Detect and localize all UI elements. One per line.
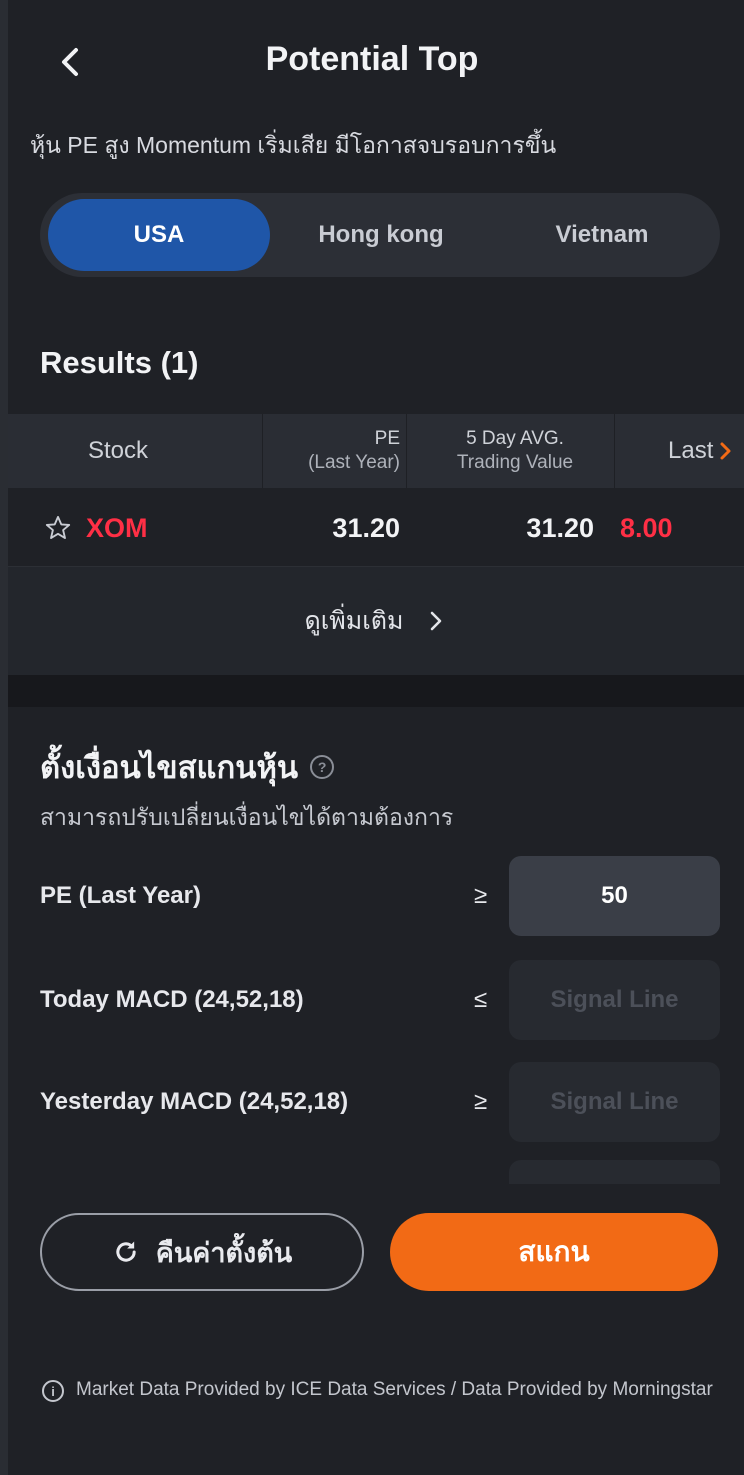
condition-label: PE (Last Year) [40,882,201,909]
condition-operator: ≥ [474,882,488,909]
results-table-header: Stock PE (Last Year) 5 Day AVG. Trading … [8,414,744,488]
condition-row-yesterday-macd: Yesterday MACD (24,52,18) ≥ Signal Line [40,1062,720,1142]
refresh-icon [116,1241,136,1262]
column-stock[interactable]: Stock [88,414,148,488]
stock-last-price: 8.00 [620,512,673,543]
condition-label: Today MACD (24,52,18) [40,986,304,1013]
tab-usa[interactable]: USA [48,199,270,271]
condition-operator: ≥ [474,1088,488,1115]
condition-today-macd-input[interactable]: Signal Line [509,960,720,1040]
condition-operator: ≤ [474,986,488,1013]
section-divider [8,675,744,707]
column-divider [406,414,407,488]
condition-row-pe: PE (Last Year) ≥ 50 [40,856,720,936]
page-subtitle: หุ้น PE สูง Momentum เริ่มเสีย มีโอกาสจบ… [30,132,557,158]
stock-symbol[interactable]: XOM [86,490,148,566]
table-row[interactable]: XOM 31.20 31.20 8.00 [8,490,744,567]
stock-avg-trading-value: 31.20 [526,512,594,543]
see-more-button[interactable]: ดูเพิ่มเติม [8,567,744,675]
page-title: Potential Top [265,40,479,78]
stock-pe: 31.20 [332,512,400,543]
column-pe-line2: (Last Year) [308,452,400,473]
reset-button[interactable]: คืนค่าตั้งต้น [40,1213,364,1291]
condition-pe-input[interactable]: 50 [509,856,720,936]
conditions-title: ตั้งเงื่อนไขสแกนหุ้น ? [40,742,335,792]
column-pe-line1: PE [374,428,400,449]
results-title: Results (1) [40,345,199,380]
left-edge-strip [0,0,8,1475]
condition-next-input-partial[interactable] [509,1160,720,1184]
favorite-star-icon[interactable] [44,490,72,566]
column-avg-line1: 5 Day AVG. [466,428,564,449]
column-last[interactable]: Last [668,414,733,488]
help-icon[interactable]: ? [310,755,335,779]
condition-yesterday-macd-input[interactable]: Signal Line [509,1062,720,1142]
column-pe[interactable]: PE (Last Year) [270,414,400,488]
condition-row-today-macd: Today MACD (24,52,18) ≤ Signal Line [40,960,720,1040]
info-icon: i [42,1380,64,1402]
disclaimer-text: Market Data Provided by ICE Data Service… [76,1379,713,1400]
condition-label: Yesterday MACD (24,52,18) [40,1088,349,1115]
market-tabs: USA Hong kong Vietnam [40,193,720,277]
column-divider [262,414,263,488]
chevron-right-icon [430,611,441,631]
column-divider [614,414,615,488]
column-last-label: Last [668,437,714,464]
conditions-subtitle: สามารถปรับเปลี่ยนเงื่อนไขได้ตามต้องการ [40,804,454,830]
tab-hong-kong[interactable]: Hong kong [270,199,492,271]
see-more-label: ดูเพิ่มเติม [304,607,404,635]
column-avg-trading-value[interactable]: 5 Day AVG. Trading Value [418,414,612,488]
scan-button[interactable]: สแกน [390,1213,718,1291]
tab-vietnam[interactable]: Vietnam [492,199,712,271]
column-avg-line2: Trading Value [456,452,574,473]
reset-label: คืนค่าตั้งต้น [155,1237,293,1268]
chevron-right-icon [720,442,731,460]
data-disclaimer: i Market Data Provided by ICE Data Servi… [42,1375,722,1404]
conditions-title-text: ตั้งเงื่อนไขสแกนหุ้น [40,750,299,785]
